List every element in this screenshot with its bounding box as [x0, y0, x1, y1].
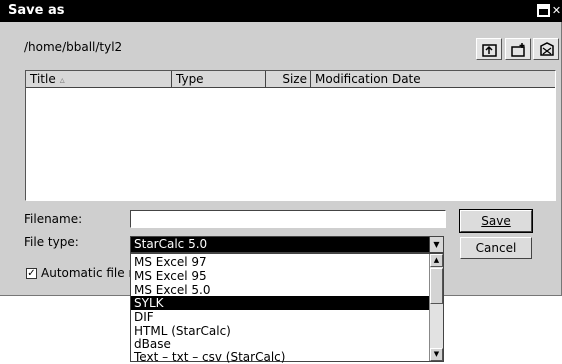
- column-header-modified[interactable]: Modification Date: [311, 71, 555, 88]
- save-button-label: Save: [481, 214, 511, 228]
- sort-arrow-icon: ▵: [59, 75, 65, 86]
- dropdown-item[interactable]: HTML (StarCalc): [131, 324, 429, 338]
- window-title: Save as: [8, 3, 65, 18]
- dropdown-item[interactable]: dBase: [131, 337, 429, 351]
- column-type-label: Type: [176, 72, 204, 86]
- dropdown-item[interactable]: MS Excel 95: [131, 269, 429, 283]
- default-directory-button[interactable]: [533, 38, 559, 60]
- cancel-button[interactable]: Cancel: [460, 237, 532, 259]
- title-bar[interactable]: Save as ✕: [0, 0, 562, 22]
- cancel-button-label: Cancel: [475, 241, 517, 255]
- new-folder-button[interactable]: [505, 38, 531, 60]
- column-modified-label: Modification Date: [315, 72, 421, 86]
- up-level-icon: [482, 44, 497, 57]
- column-title-label: Title: [30, 72, 56, 86]
- filetype-label: File type:: [24, 235, 79, 249]
- dropdown-item-selected[interactable]: SYLK: [131, 296, 429, 310]
- up-level-button[interactable]: [476, 38, 502, 60]
- dropdown-scrollbar[interactable]: ▲ ▼: [429, 254, 443, 361]
- checkmark-icon: ✓: [27, 268, 36, 279]
- column-header-title[interactable]: Title ▵: [26, 71, 172, 88]
- column-header-size[interactable]: Size: [266, 71, 311, 88]
- dropdown-item[interactable]: MS Excel 5.0: [131, 283, 429, 297]
- file-type-combobox[interactable]: StarCalc 5.0 ▼: [130, 236, 444, 253]
- default-directory-icon: [540, 42, 554, 56]
- file-list[interactable]: Title ▵ Type Size Modification Date: [25, 70, 556, 201]
- file-type-selected-value: StarCalc 5.0: [131, 237, 429, 252]
- close-button[interactable]: ✕: [551, 4, 562, 17]
- column-header-type[interactable]: Type: [172, 71, 266, 88]
- dropdown-item[interactable]: DIF: [131, 310, 429, 324]
- filename-label: Filename:: [24, 212, 83, 226]
- dropdown-item[interactable]: MS Excel 97: [131, 255, 429, 269]
- automatic-extension-label: Automatic file n: [41, 266, 137, 280]
- chevron-down-icon[interactable]: ▼: [429, 237, 443, 252]
- save-button[interactable]: Save: [459, 209, 533, 233]
- scroll-thumb[interactable]: [430, 268, 443, 304]
- filename-input[interactable]: [130, 210, 446, 228]
- file-type-dropdown-list[interactable]: MS Excel 97 MS Excel 95 MS Excel 5.0 SYL…: [130, 253, 444, 364]
- automatic-extension-checkbox[interactable]: ✓: [26, 268, 37, 279]
- current-path: /home/bball/tyl2: [24, 40, 123, 54]
- column-size-label: Size: [282, 72, 307, 86]
- new-folder-icon: [511, 43, 525, 57]
- maximize-button[interactable]: [537, 4, 550, 17]
- scroll-down-icon[interactable]: ▼: [430, 348, 443, 361]
- scroll-up-icon[interactable]: ▲: [430, 254, 443, 267]
